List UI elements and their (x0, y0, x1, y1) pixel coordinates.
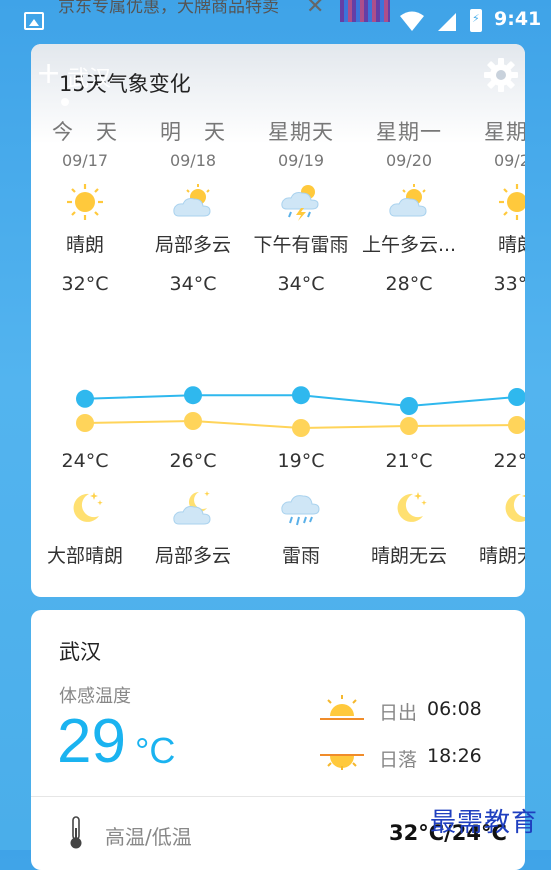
high-temp-line-point (76, 389, 94, 408)
sunset-icon (320, 754, 364, 770)
high-temp: 34°C (169, 273, 217, 295)
low-temp-line-point (76, 414, 94, 432)
night-condition: 晴朗无云 (370, 545, 447, 567)
high-temp: 33°C (493, 273, 525, 295)
temperature-chart (76, 386, 525, 437)
status-bar: 京东专属优惠，大牌商品特卖 ✕ 9:41 (0, 0, 551, 44)
partly-cloudy-icon (387, 182, 431, 222)
night-condition: 局部多云 (154, 545, 231, 567)
low-temp-line-point (508, 416, 525, 434)
forecast-card[interactable]: 15天气象变化 今 天 09/17 晴朗 32°C 24°C 大部晴朗明 天 09/18 局部… (31, 44, 525, 597)
high-temp-line-point (400, 397, 418, 415)
low-temp: 21°C (385, 450, 433, 472)
day-label: 星期天 (268, 120, 334, 144)
high-temp: 34°C (277, 273, 325, 295)
low-temp-line-point (184, 412, 202, 430)
page-indicator-dot (61, 98, 69, 106)
notification-text[interactable]: 京东专属优惠，大牌商品特卖 (58, 0, 279, 17)
date-label: 09/19 (277, 151, 325, 170)
moon-icon (63, 488, 107, 528)
thermometer-icon (70, 816, 82, 849)
sunrise-label: 日出 (379, 702, 418, 724)
forecast-day-column[interactable]: 明 天 09/18 局部多云 34°C 26°C 局部多云 (139, 44, 247, 597)
feels-like-label: 体感温度 (59, 686, 131, 707)
night-condition: 晴朗无云 (478, 545, 525, 567)
add-city-icon[interactable]: + (36, 59, 61, 89)
status-time: 9:41 (494, 8, 542, 30)
low-temp: 22°C (493, 450, 525, 472)
watermark: 最需教育 (430, 808, 539, 838)
day-label: 明 天 (160, 120, 226, 144)
forecast-day-column[interactable]: 星期天 09/19 下午有雷雨 34°C 19°C 雷雨 (247, 44, 355, 597)
high-temp-line-point (184, 386, 202, 405)
sunrise-icon (320, 695, 364, 720)
day-condition: 下午有雷雨 (253, 234, 349, 256)
gear-icon[interactable] (482, 56, 520, 94)
sunny-icon (495, 182, 525, 222)
low-temp: 19°C (277, 450, 325, 472)
date-label: 09/18 (169, 151, 217, 170)
forecast-day-column[interactable]: 星期二 09/21 晴朗 33°C 22°C 晴朗无云 (463, 44, 525, 597)
current-city-title[interactable]: 武汉 (67, 61, 111, 93)
signal-icon (438, 13, 456, 31)
low-temp-line-point (400, 417, 418, 435)
moon-icon (387, 488, 431, 528)
close-icon[interactable]: ✕ (306, 0, 324, 19)
sunset-time: 18:26 (427, 745, 482, 767)
low-temp-line-point (292, 419, 310, 437)
forecast-day-column[interactable]: 今 天 09/17 晴朗 32°C 24°C 大部晴朗 (31, 44, 139, 597)
battery-icon (470, 9, 482, 32)
day-label: 今 天 (52, 120, 118, 144)
sunny-icon (63, 182, 107, 222)
high-temp: 32°C (61, 273, 109, 295)
day-condition: 上午多云... (361, 234, 457, 256)
thunderstorm-icon (279, 182, 323, 222)
partly-cloudy-icon (171, 182, 215, 222)
notification-image (340, 0, 390, 22)
night-condition: 大部晴朗 (46, 545, 123, 567)
city-name: 武汉 (59, 640, 101, 664)
day-condition: 晴朗 (65, 234, 104, 256)
image-notification-icon (24, 12, 44, 30)
wifi-icon (400, 11, 424, 31)
date-label: 09/21 (493, 151, 525, 170)
low-temp: 24°C (61, 450, 109, 472)
day-condition: 局部多云 (154, 234, 231, 256)
high-low-label: 高温/低温 (105, 825, 192, 849)
feels-like-unit: °C (135, 730, 176, 771)
high-temp-line-point (508, 388, 525, 406)
sunset-label: 日落 (379, 749, 418, 771)
low-temp: 26°C (169, 450, 217, 472)
high-temp: 28°C (385, 273, 433, 295)
forecast-day-column[interactable]: 星期一 09/20 上午多云... 28°C 21°C 晴朗无云 (355, 44, 463, 597)
day-label: 星期二 (484, 120, 525, 144)
date-label: 09/17 (61, 151, 109, 170)
day-label: 星期一 (376, 120, 442, 144)
sunrise-time: 06:08 (427, 698, 482, 720)
day-condition: 晴朗 (497, 234, 525, 256)
moon-icon (495, 488, 525, 528)
feels-like-value: 29 (57, 707, 126, 776)
high-temp-line-point (292, 386, 310, 405)
night-condition: 雷雨 (281, 545, 320, 567)
divider (31, 796, 525, 797)
cloudy-night-icon (171, 488, 215, 528)
date-label: 09/20 (385, 151, 433, 170)
rain-icon (279, 488, 323, 528)
